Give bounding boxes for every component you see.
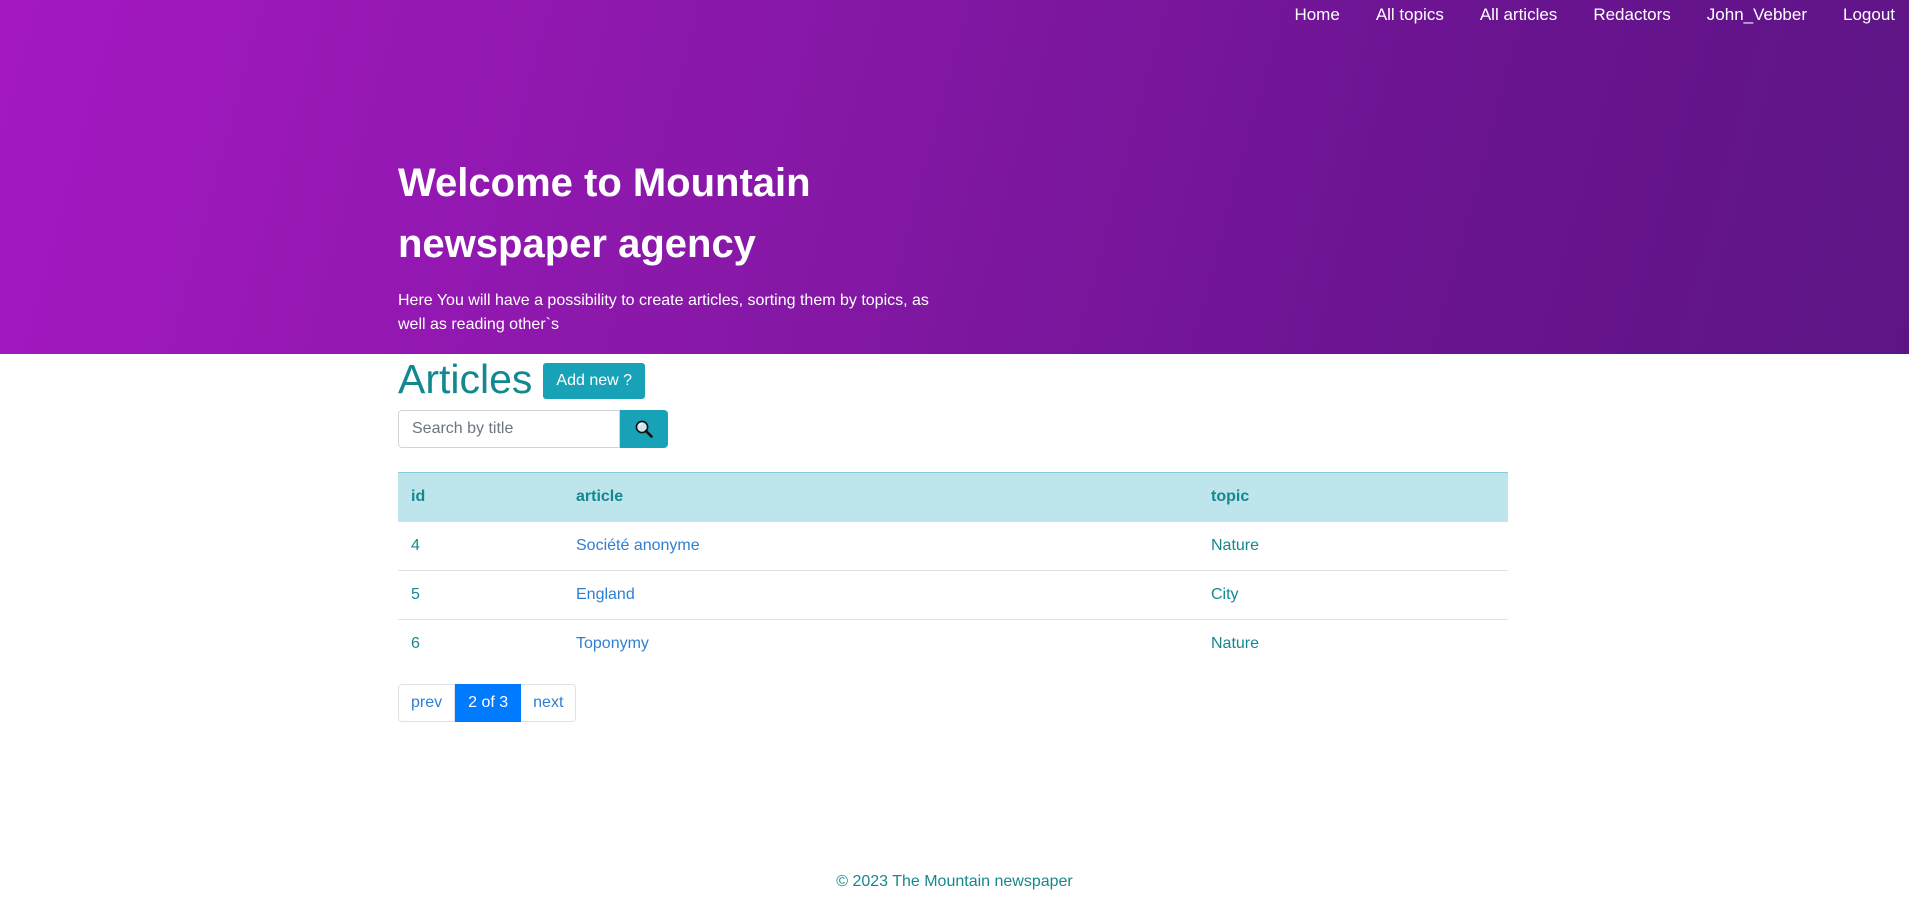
- nav-all-articles-link[interactable]: All articles: [1462, 5, 1575, 25]
- nav-home-link[interactable]: Home: [1276, 5, 1357, 25]
- row-id: 6: [411, 635, 420, 653]
- search-button[interactable]: [620, 410, 668, 448]
- hero-subtitle-line-1: Here You will have a possibility to crea…: [398, 292, 929, 309]
- hero-title: Welcome to Mountain newspaper agency: [398, 153, 918, 275]
- column-header-id: id: [411, 488, 426, 506]
- table-header-row: id article topic: [398, 472, 1508, 522]
- nav-logout-link[interactable]: Logout: [1825, 5, 1897, 25]
- search-form: [398, 410, 668, 448]
- article-link[interactable]: Toponymy: [563, 620, 1198, 669]
- articles-table: id article topic 4 Société anonyme Natur…: [398, 472, 1508, 669]
- column-header-topic: topic: [1211, 488, 1250, 506]
- table-body: 4 Société anonyme Nature 5 England City …: [398, 521, 1508, 669]
- hero-banner: Home All topics All articles Redactors J…: [0, 0, 1909, 354]
- pagination: prev 2 of 3 next: [398, 684, 577, 722]
- nav-user-profile-link[interactable]: John_Vebber: [1689, 5, 1825, 25]
- hero-title-line-2: newspaper agency: [398, 222, 756, 266]
- add-article-button[interactable]: Add new ?: [543, 363, 646, 399]
- article-link[interactable]: Société anonyme: [563, 521, 1198, 571]
- pagination-current-page: 2 of 3: [455, 684, 522, 722]
- pagination-prev-link[interactable]: prev: [398, 684, 456, 722]
- nav-redactors-link[interactable]: Redactors: [1575, 5, 1688, 25]
- row-id: 5: [398, 570, 563, 620]
- search-icon: [635, 420, 653, 438]
- column-header-article: article: [576, 488, 624, 506]
- nav-all-topics-link[interactable]: All topics: [1358, 5, 1462, 25]
- footer: © 2023 The Mountain newspaper: [0, 873, 1909, 891]
- articles-heading: Articles: [398, 356, 533, 402]
- row-topic: Nature: [1198, 521, 1508, 571]
- hero-title-line-1: Welcome to Mountain: [398, 161, 811, 205]
- table-row: 5 England City: [398, 570, 1508, 620]
- row-topic: City: [1198, 570, 1508, 620]
- row-id: 4: [398, 521, 563, 571]
- table-row: 6 Toponymy Nature: [398, 620, 1508, 669]
- row-topic: Nature: [1211, 635, 1260, 653]
- hero-subtitle-line-2: well as reading other`s: [398, 316, 559, 333]
- hero-subtitle: Here You will have a possibility to crea…: [398, 289, 958, 337]
- top-nav: Home All topics All articles Redactors J…: [1276, 5, 1897, 25]
- search-input[interactable]: [398, 410, 620, 448]
- footer-copyright: © 2023 The Mountain newspaper: [836, 873, 1073, 890]
- article-link[interactable]: England: [563, 570, 1198, 620]
- table-header: id article topic: [398, 472, 1508, 522]
- articles-header: Articles Add new ?: [398, 354, 646, 404]
- table-row: 4 Société anonyme Nature: [398, 521, 1508, 571]
- pagination-next-link[interactable]: next: [521, 684, 577, 722]
